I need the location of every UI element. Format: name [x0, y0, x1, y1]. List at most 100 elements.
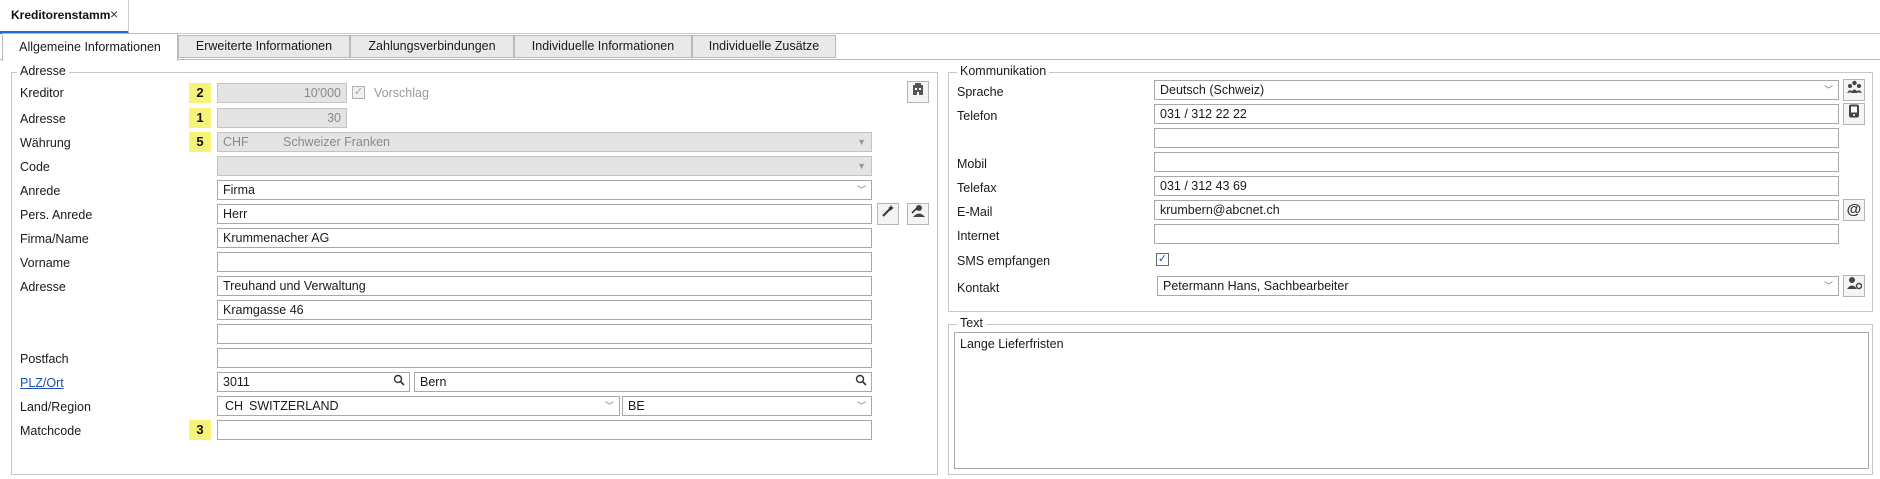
- search-icon[interactable]: [853, 374, 869, 390]
- sms-checkbox[interactable]: ✓: [1156, 253, 1169, 266]
- anrede-value: Firma: [223, 183, 255, 197]
- vorname-field[interactable]: [217, 252, 872, 272]
- wand-icon: [882, 205, 894, 217]
- chevron-down-icon: ﹀: [856, 185, 866, 195]
- sprache-label: Sprache: [957, 85, 1004, 99]
- tab-individuelle-zusaetze[interactable]: Individuelle Zusätze: [692, 35, 836, 58]
- email-field[interactable]: krumbern@abcnet.ch: [1154, 200, 1839, 220]
- tab-erweiterte-informationen[interactable]: Erweiterte Informationen: [178, 35, 350, 58]
- adresse-line1-field[interactable]: Treuhand und Verwaltung: [217, 276, 872, 296]
- anrede-label: Anrede: [20, 184, 61, 198]
- adresse-nr-label: Adresse: [20, 112, 66, 126]
- land-code: CH: [225, 399, 244, 413]
- code-select[interactable]: ▼: [217, 156, 872, 176]
- region-select[interactable]: BE ﹀: [622, 396, 872, 416]
- land-select[interactable]: CH SWITZERLAND ﹀: [217, 396, 620, 416]
- kreditor-label: Kreditor: [20, 86, 64, 100]
- document-tab-kreditorenstamm[interactable]: Kreditorenstamm ×: [0, 0, 129, 34]
- adresse-nr-badge: 1: [189, 108, 211, 128]
- telefon-label: Telefon: [957, 109, 998, 123]
- adresse-group-title: Adresse: [17, 64, 69, 78]
- telefon2-field[interactable]: [1154, 128, 1839, 148]
- postfach-field[interactable]: [217, 348, 872, 368]
- kontakt-value: Petermann Hans, Sachbearbeiter: [1163, 279, 1349, 293]
- kreditor-field[interactable]: 10'000: [217, 83, 347, 103]
- document-tab-label: Kreditorenstamm: [11, 8, 111, 22]
- adresse-nr-field[interactable]: 30: [217, 108, 347, 128]
- email-label: E-Mail: [957, 205, 993, 219]
- mobil-label: Mobil: [957, 157, 987, 171]
- chevron-down-icon: ﹀: [604, 401, 614, 411]
- building-icon: [913, 83, 923, 95]
- kommunikation-group-title: Kommunikation: [957, 64, 1050, 78]
- vorname-label: Vorname: [20, 256, 71, 270]
- code-label: Code: [20, 160, 50, 174]
- pers-anrede-label: Pers. Anrede: [20, 208, 93, 222]
- vorschlag-checkbox[interactable]: ✓: [352, 86, 365, 99]
- check-icon: ✓: [1157, 253, 1168, 265]
- region-value: BE: [628, 399, 645, 413]
- waehrung-name: Schweizer Franken: [283, 135, 390, 149]
- waehrung-badge: 5: [189, 132, 211, 152]
- plz-field[interactable]: 3011: [217, 372, 410, 392]
- telefon-field[interactable]: 031 / 312 22 22: [1154, 104, 1839, 124]
- waehrung-label: Währung: [20, 136, 71, 150]
- check-icon: ✓: [353, 86, 364, 98]
- wand-button[interactable]: [877, 203, 899, 225]
- adresse-line3-field[interactable]: [217, 324, 872, 344]
- postfach-label: Postfach: [20, 352, 69, 366]
- text-group-title: Text: [957, 316, 986, 330]
- matchcode-label: Matchcode: [20, 424, 82, 438]
- search-icon[interactable]: [391, 374, 407, 390]
- matchcode-field[interactable]: [217, 420, 872, 440]
- ort-value: Bern: [420, 375, 447, 389]
- tab-individuelle-informationen[interactable]: Individuelle Informationen: [514, 35, 692, 58]
- waehrung-code: CHF: [223, 135, 249, 149]
- at-icon: @: [1846, 201, 1862, 218]
- sms-label: SMS empfangen: [957, 254, 1051, 268]
- pers-anrede-field[interactable]: Herr: [217, 204, 872, 224]
- mobil-field[interactable]: [1154, 152, 1839, 172]
- person-edit-icon: [911, 205, 925, 217]
- matchcode-badge: 3: [189, 420, 211, 440]
- land-name: SWITZERLAND: [249, 399, 339, 413]
- tab-allgemeine-informationen[interactable]: Allgemeine Informationen: [2, 33, 178, 61]
- building-button[interactable]: [907, 81, 929, 103]
- chevron-down-icon: ▼: [857, 137, 866, 147]
- document-tab-bar: [0, 0, 1880, 34]
- chevron-down-icon: ﹀: [1823, 85, 1833, 95]
- tab-baseline: [0, 59, 1880, 60]
- adresse-text-label: Adresse: [20, 280, 66, 294]
- tab-zahlungsverbindungen[interactable]: Zahlungsverbindungen: [350, 35, 514, 58]
- phone-button[interactable]: [1843, 103, 1865, 125]
- telefax-label: Telefax: [957, 181, 997, 195]
- person-edit-button[interactable]: [907, 203, 929, 225]
- firma-label: Firma/Name: [20, 232, 89, 246]
- chevron-down-icon: ﹀: [856, 401, 866, 411]
- internet-label: Internet: [957, 229, 1000, 243]
- person-gear-icon: [1846, 277, 1862, 290]
- close-icon[interactable]: ×: [110, 6, 118, 22]
- text-area[interactable]: Lange Lieferfristen: [954, 332, 1869, 469]
- kreditor-badge: 2: [189, 83, 211, 103]
- at-button[interactable]: @: [1843, 199, 1865, 221]
- firma-field[interactable]: Krummenacher AG: [217, 228, 872, 248]
- sprache-select[interactable]: Deutsch (Schweiz) ﹀: [1154, 80, 1839, 100]
- plz-ort-link[interactable]: PLZ/Ort: [20, 376, 64, 390]
- kontakt-label: Kontakt: [957, 281, 1000, 295]
- people-button[interactable]: [1843, 79, 1865, 101]
- internet-field[interactable]: [1154, 224, 1839, 244]
- ort-field[interactable]: Bern: [414, 372, 872, 392]
- vorschlag-label: Vorschlag: [374, 86, 429, 100]
- sprache-value: Deutsch (Schweiz): [1160, 83, 1265, 97]
- person-gear-button[interactable]: [1843, 275, 1865, 297]
- waehrung-select[interactable]: CHF Schweizer Franken ▼: [217, 132, 872, 152]
- kontakt-select[interactable]: Petermann Hans, Sachbearbeiter ﹀: [1157, 276, 1839, 296]
- telefax-field[interactable]: 031 / 312 43 69: [1154, 176, 1839, 196]
- phone-icon: [1849, 104, 1859, 118]
- adresse-line2-field[interactable]: Kramgasse 46: [217, 300, 872, 320]
- land-label: Land/Region: [20, 400, 91, 414]
- chevron-down-icon: ▼: [857, 161, 866, 171]
- chevron-down-icon: ﹀: [1823, 281, 1833, 291]
- anrede-select[interactable]: Firma ﹀: [217, 180, 872, 200]
